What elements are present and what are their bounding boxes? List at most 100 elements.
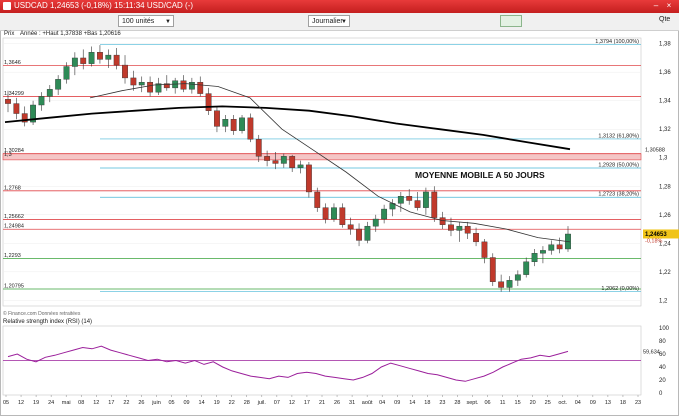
x-tick-label: 22 — [229, 400, 235, 406]
candle — [448, 224, 454, 231]
candle — [314, 191, 321, 208]
x-tick-label: 07 — [274, 400, 280, 406]
x-tick-label: 13 — [605, 400, 611, 406]
candle — [97, 52, 103, 60]
x-tick-label: 24 — [48, 400, 54, 406]
candle — [414, 200, 421, 208]
candle — [540, 250, 546, 254]
candle — [372, 218, 379, 227]
candle — [331, 207, 337, 220]
candle — [147, 81, 154, 93]
x-tick-label: 12 — [93, 400, 99, 406]
x-tick-label: 15 — [515, 400, 521, 406]
candle — [46, 89, 53, 97]
y-tick-label: 1,36 — [659, 70, 671, 76]
candle — [364, 225, 371, 241]
candle — [214, 110, 220, 127]
x-tick-label: 31 — [349, 400, 355, 406]
candle — [531, 253, 538, 263]
y-tick-label: 1,32 — [659, 127, 671, 133]
y-tick-label: 1,2 — [659, 298, 668, 304]
y-tick-label: 1,38 — [659, 42, 671, 48]
x-tick-label: 22 — [123, 400, 129, 406]
candle — [322, 207, 329, 220]
candle — [489, 257, 496, 282]
candle — [105, 54, 112, 60]
x-tick-label: 17 — [108, 400, 114, 406]
ma50-annotation: MOYENNE MOBILE A 50 JOURS — [415, 170, 545, 180]
x-tick-label: oct. — [558, 400, 567, 406]
x-tick-label: 06 — [484, 400, 490, 406]
candle — [180, 80, 187, 90]
x-tick-label: 25 — [545, 400, 551, 406]
level-label: 1,2293 — [4, 253, 21, 259]
candle — [506, 280, 513, 288]
candle — [381, 208, 388, 220]
candle — [439, 217, 446, 225]
level-label: 1,24984 — [4, 224, 24, 230]
candle — [239, 117, 245, 131]
candle — [80, 57, 87, 64]
candle — [130, 77, 137, 86]
candle — [255, 139, 262, 157]
x-tick-label: 23 — [635, 400, 641, 406]
x-tick-label: 14 — [409, 400, 415, 406]
x-tick-label: 17 — [304, 400, 310, 406]
candle — [297, 164, 304, 168]
level-label: 1,2768 — [4, 185, 21, 191]
rsi-tick-label: 0 — [659, 391, 663, 397]
candle — [264, 156, 271, 161]
x-tick-label: juin — [151, 400, 161, 406]
candle — [422, 191, 429, 208]
right-level-label: 1,30588 — [645, 147, 665, 153]
rsi-tick-label: 80 — [659, 339, 666, 345]
candle — [63, 66, 70, 80]
level-label: 1,3 — [4, 152, 12, 158]
y-tick-label: 1,34 — [659, 99, 671, 105]
x-tick-label: 26 — [334, 400, 340, 406]
level-label: 1,3646 — [4, 60, 21, 66]
candle — [71, 57, 78, 67]
candle — [280, 156, 287, 164]
x-tick-label: juil. — [257, 400, 267, 406]
x-tick-label: 12 — [18, 400, 24, 406]
x-tick-label: 20 — [530, 400, 536, 406]
rsi-current-label: 59,634 — [643, 349, 660, 355]
x-tick-label: 26 — [138, 400, 144, 406]
candle — [197, 81, 204, 94]
candle — [556, 244, 563, 250]
rsi-tick-label: 20 — [659, 378, 666, 384]
fibonacci-label: 1,2062 (0,00%) — [601, 286, 639, 292]
fibonacci-label: 1,2928 (50,00%) — [598, 163, 639, 169]
right-level-label: -0,18% — [645, 239, 663, 245]
candle — [431, 191, 438, 218]
level-label: 1,20795 — [4, 283, 24, 289]
candle — [205, 93, 212, 111]
x-tick-label: août — [362, 400, 373, 406]
rsi-tick-label: 100 — [659, 326, 670, 332]
candle — [13, 103, 20, 114]
level-label: 1,25662 — [4, 214, 24, 220]
candle — [272, 160, 279, 164]
price-chart: 1,381,361,341,321,31,281,261,241,221,21,… — [2, 37, 679, 406]
candle — [5, 99, 11, 104]
x-tick-label: 19 — [33, 400, 39, 406]
y-tick-label: 1,3 — [659, 156, 668, 162]
candle — [305, 164, 312, 193]
x-tick-label: 12 — [289, 400, 295, 406]
x-tick-label: 11 — [500, 400, 506, 406]
candle — [456, 225, 463, 231]
candle — [113, 54, 120, 66]
candle — [473, 233, 479, 243]
candle — [138, 81, 145, 86]
x-tick-label: 19 — [214, 400, 220, 406]
candle — [188, 81, 195, 90]
price-panel — [2, 37, 642, 307]
candle — [397, 196, 404, 204]
x-tick-label: 23 — [439, 400, 445, 406]
x-tick-label: 09 — [184, 400, 190, 406]
candle — [481, 241, 488, 258]
x-tick-label: mai — [62, 400, 71, 406]
candle — [222, 119, 229, 127]
candle — [464, 225, 471, 234]
